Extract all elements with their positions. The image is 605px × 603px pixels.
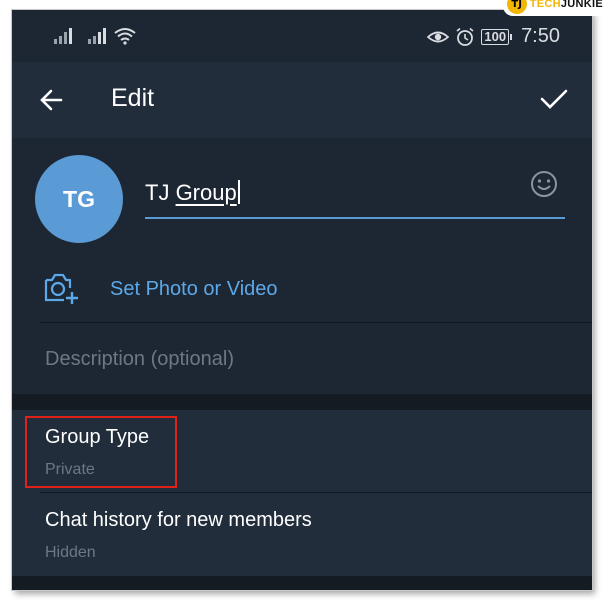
wifi-icon (114, 28, 136, 45)
techjunkie-logo: TJ (506, 0, 527, 14)
signal-icon (54, 28, 72, 44)
camera-add-icon (44, 273, 78, 304)
group-avatar[interactable]: TG (35, 155, 123, 243)
phone-screen: 100 7:50 Edit TG TJ Group Set Photo or V… (12, 10, 592, 590)
eye-icon (427, 31, 450, 42)
alarm-icon (456, 27, 474, 46)
toolbar: Edit (12, 62, 592, 138)
chat-history-value: Hidden (45, 544, 96, 561)
group-name-value: TJ Group (145, 180, 240, 206)
group-name-input[interactable]: TJ Group (145, 171, 565, 219)
techjunkie-wordmark: TECHJUNKIE (529, 0, 603, 10)
settings-list: Group Type Private Chat history for new … (12, 410, 592, 576)
section-separator (12, 394, 592, 410)
set-photo-label: Set Photo or Video (110, 278, 278, 300)
status-bar: 100 7:50 (12, 10, 592, 62)
chat-history-row[interactable]: Chat history for new members Hidden (12, 493, 592, 575)
section-separator (12, 576, 592, 590)
chat-history-title: Chat history for new members (45, 509, 312, 531)
checkmark-icon[interactable] (540, 88, 568, 110)
set-photo-button[interactable]: Set Photo or Video (12, 254, 592, 322)
emoji-icon[interactable] (529, 169, 559, 199)
description-input[interactable]: Description (optional) (45, 348, 234, 371)
highlight-box (25, 416, 177, 488)
battery-icon: 100 (481, 28, 512, 45)
status-right: 100 7:50 (427, 25, 560, 48)
group-type-row[interactable]: Group Type Private (12, 410, 592, 493)
arrow-left-icon[interactable] (38, 87, 64, 113)
page-title: Edit (111, 84, 155, 112)
signal-icon (88, 28, 106, 44)
techjunkie-watermark: TJ TECHJUNKIE (502, 0, 605, 16)
divider (40, 322, 592, 323)
clock-time: 7:50 (521, 25, 560, 47)
text-cursor (237, 180, 240, 204)
